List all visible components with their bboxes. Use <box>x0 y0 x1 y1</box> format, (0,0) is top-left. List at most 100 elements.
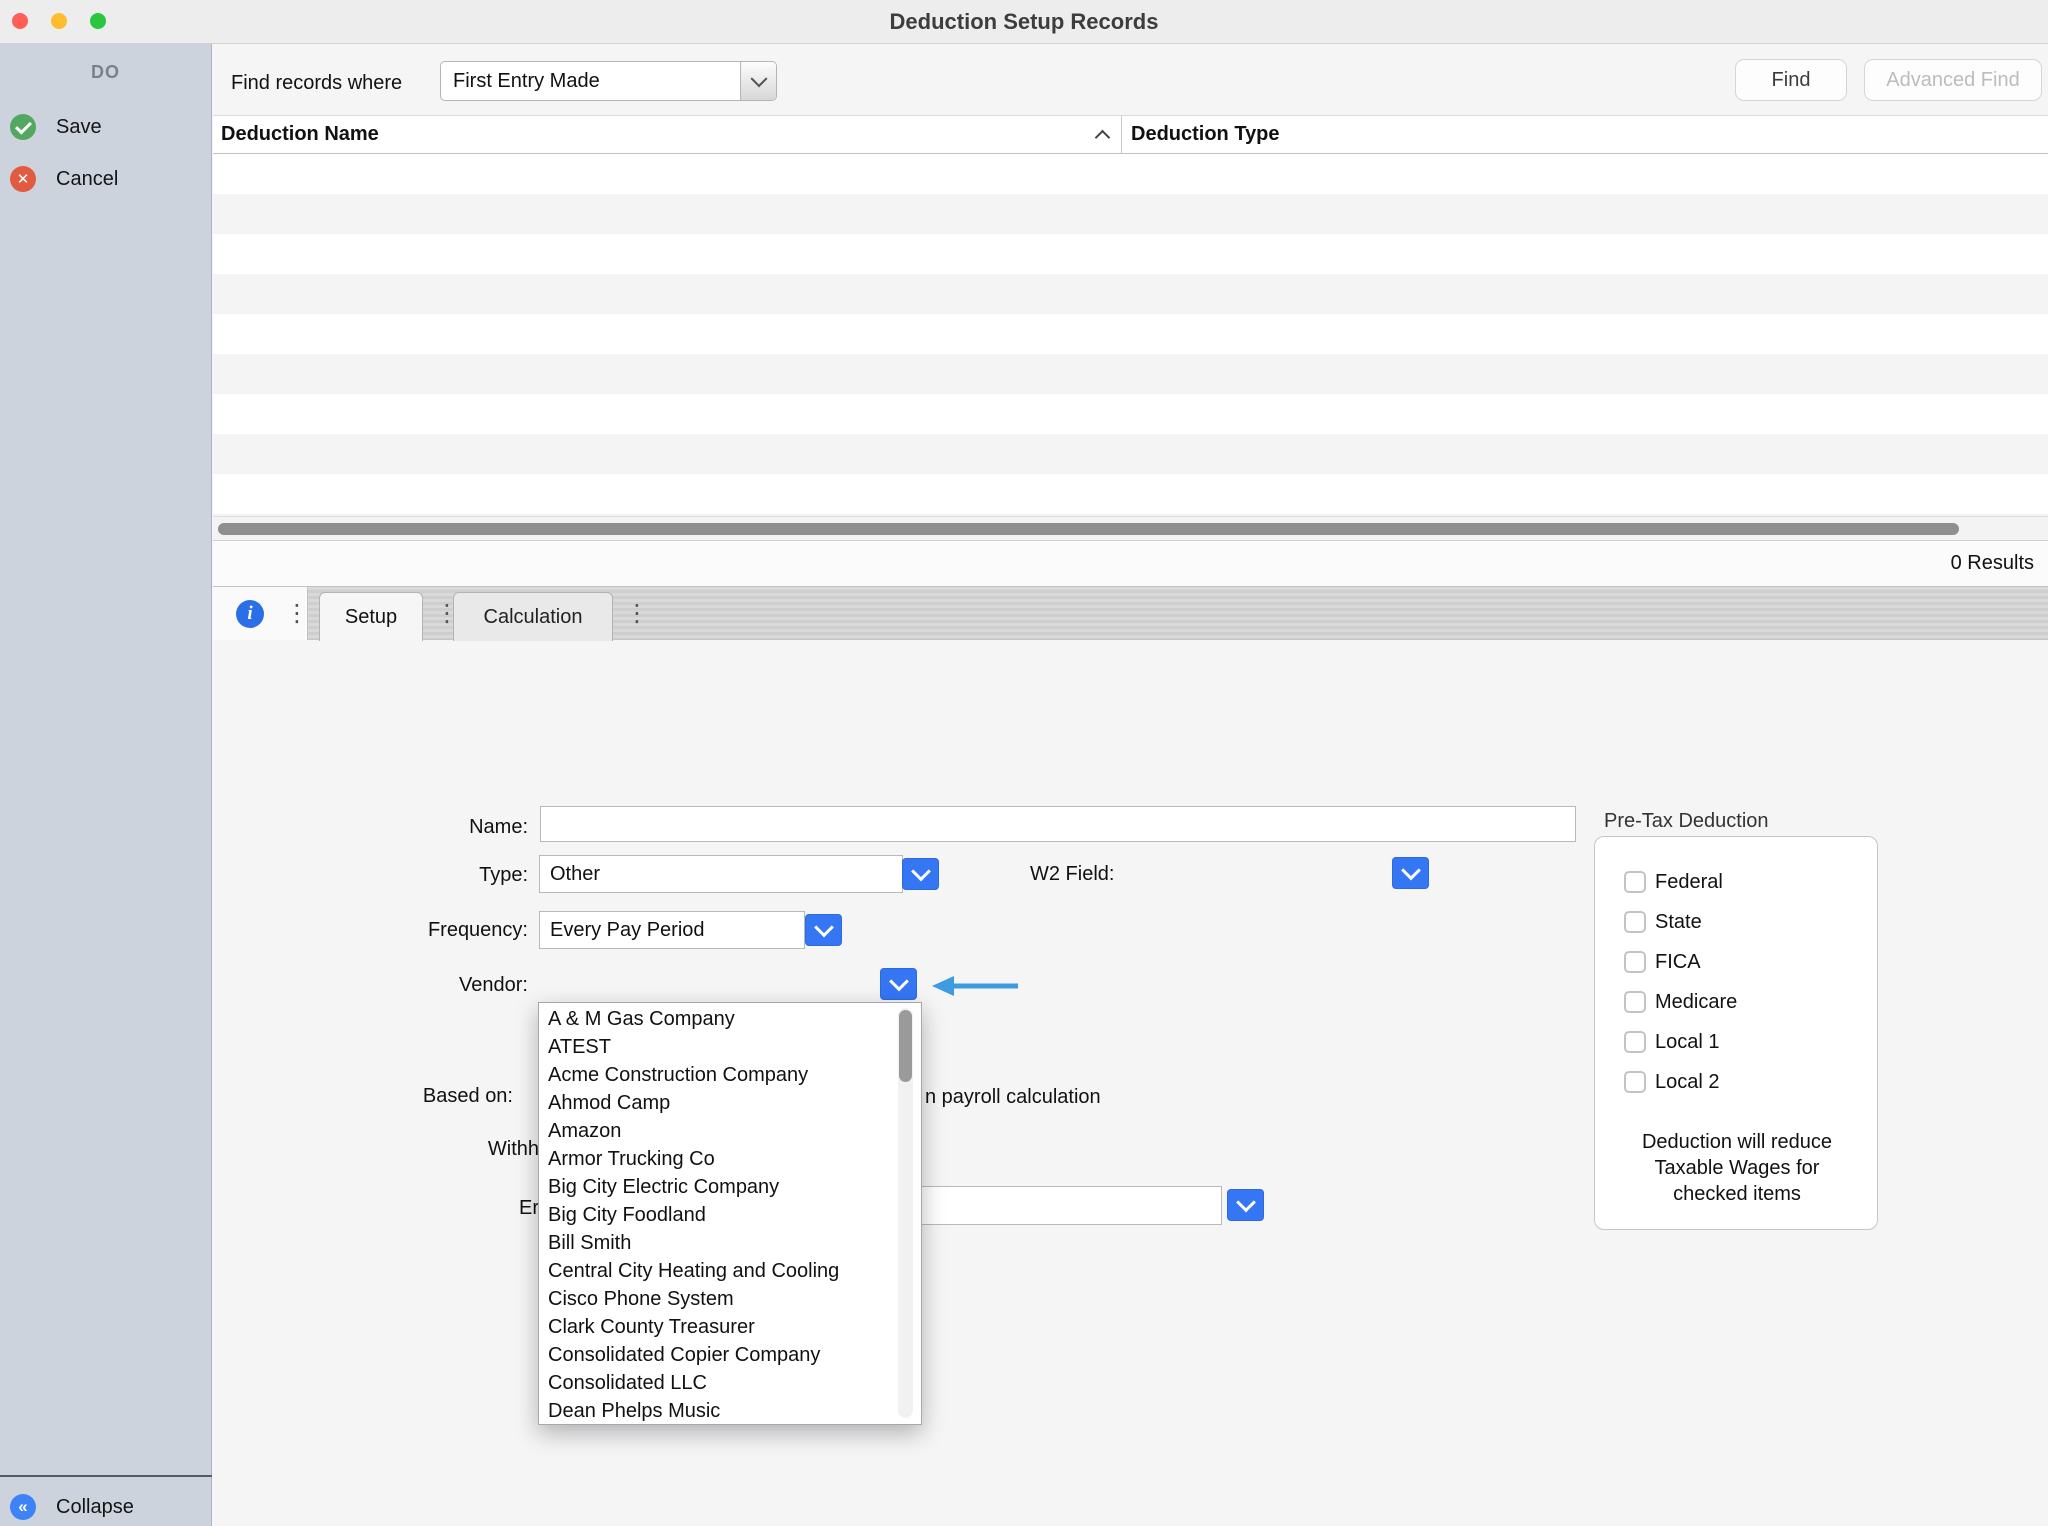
frequency-dropdown-value: Every Pay Period <box>550 912 705 948</box>
pretax-checkbox-row: Federal <box>1595 862 1877 902</box>
checkbox[interactable] <box>1624 991 1646 1013</box>
results-count: 0 Results <box>1951 541 2034 585</box>
results-count-bar: 0 Results <box>213 540 2048 586</box>
vendor-option[interactable]: Armor Trucking Co <box>539 1145 901 1173</box>
expense-label-fragment: Er <box>459 1195 539 1221</box>
sidebar-section-label: DO <box>0 62 211 83</box>
chevron-down-icon <box>740 62 776 100</box>
vendor-option[interactable]: Clark County Treasurer <box>539 1313 901 1341</box>
frequency-label: Frequency: <box>380 917 528 943</box>
withholding-label-fragment: Withh <box>459 1136 539 1162</box>
checkbox[interactable] <box>1624 871 1646 893</box>
sort-ascending-icon[interactable] <box>1095 130 1111 146</box>
vendor-option[interactable]: Big City Foodland <box>539 1201 901 1229</box>
checkbox[interactable] <box>1624 1071 1646 1093</box>
vendor-option[interactable]: Consolidated Copier Company <box>539 1341 901 1369</box>
checkbox[interactable] <box>1624 911 1646 933</box>
checkbox-label: Federal <box>1655 871 1723 894</box>
vendor-option[interactable]: Big City Electric Company <box>539 1173 901 1201</box>
vendor-option[interactable]: Dean Phelps Music <box>539 1397 901 1425</box>
find-field-dropdown-value: First Entry Made <box>453 62 600 100</box>
vendor-dropdown-button[interactable] <box>880 968 917 1000</box>
column-header-deduction-name[interactable]: Deduction Name <box>221 116 379 153</box>
collapse-button-label: Collapse <box>56 1494 134 1520</box>
window-titlebar: Deduction Setup Records <box>0 0 2048 44</box>
pretax-title: Pre-Tax Deduction <box>1604 808 1769 834</box>
window-title: Deduction Setup Records <box>0 0 2048 44</box>
vendor-option[interactable]: Central City Heating and Cooling <box>539 1257 901 1285</box>
type-dropdown-button[interactable] <box>902 858 939 890</box>
tab-setup[interactable]: Setup <box>319 592 423 641</box>
based-on-label: Based on: <box>365 1083 513 1109</box>
checkbox-label: State <box>1655 911 1702 934</box>
sidebar: DO Save ✕ Cancel « Collapse <box>0 44 212 1526</box>
vendor-label: Vendor: <box>380 972 528 998</box>
results-table-header: Deduction Name Deduction Type <box>213 115 2048 154</box>
pretax-checkbox-row: Medicare <box>1595 982 1877 1022</box>
pointer-arrow-icon <box>930 973 1022 999</box>
vendor-option[interactable]: Consolidated LLC <box>539 1369 901 1397</box>
find-records-where-label: Find records where <box>231 70 402 96</box>
type-label: Type: <box>380 862 528 888</box>
tab-bar: i ⋮ Setup ⋮ Calculation ⋮ <box>213 586 2048 640</box>
advanced-find-button[interactable]: Advanced Find <box>1864 59 2042 101</box>
tab-calculation[interactable]: Calculation <box>453 592 613 641</box>
checkbox[interactable] <box>1624 1031 1646 1053</box>
pretax-checkbox-row: FICA <box>1595 942 1877 982</box>
minimize-window-icon[interactable] <box>51 13 67 29</box>
vendor-option[interactable]: A & M Gas Company <box>539 1005 901 1033</box>
checkbox-label: FICA <box>1655 951 1701 974</box>
column-divider[interactable] <box>1121 116 1122 153</box>
vendor-option[interactable]: Bill Smith <box>539 1229 901 1257</box>
check-circle-icon <box>10 114 36 140</box>
zoom-window-icon[interactable] <box>90 13 106 29</box>
save-button[interactable]: Save <box>0 114 212 142</box>
w2-field-dropdown-button[interactable] <box>1392 857 1429 889</box>
x-circle-icon: ✕ <box>10 166 36 192</box>
w2-field-label: W2 Field: <box>1030 861 1114 887</box>
collapse-chevrons-icon: « <box>10 1494 36 1520</box>
pretax-checkbox-row: State <box>1595 902 1877 942</box>
vendor-option[interactable]: Amazon <box>539 1117 901 1145</box>
pretax-panel: Federal State FICA Medicare Local 1 Loca… <box>1594 836 1878 1230</box>
name-input[interactable] <box>540 806 1576 842</box>
grip-dots-icon: ⋮ <box>625 587 649 640</box>
info-section: i ⋮ <box>213 587 308 640</box>
close-window-icon[interactable] <box>12 13 28 29</box>
vendor-option[interactable]: ATEST <box>539 1033 901 1061</box>
checkbox-label: Medicare <box>1655 991 1737 1014</box>
find-button[interactable]: Find <box>1735 59 1847 101</box>
dropdown-scrollbar[interactable] <box>898 1008 913 1418</box>
checkbox-label: Local 1 <box>1655 1031 1720 1054</box>
vendor-option[interactable]: Cisco Phone System <box>539 1285 901 1313</box>
pretax-note: Deduction will reduce Taxable Wages for … <box>1615 1129 1859 1207</box>
cancel-button[interactable]: ✕ Cancel <box>0 166 212 194</box>
frequency-dropdown-button[interactable] <box>805 914 842 946</box>
find-field-dropdown[interactable]: First Entry Made <box>440 61 777 101</box>
vendor-option[interactable]: Ahmod Camp <box>539 1089 901 1117</box>
expense-account-dropdown-button[interactable] <box>1227 1189 1264 1221</box>
vendor-option[interactable]: Acme Construction Company <box>539 1061 901 1089</box>
cancel-button-label: Cancel <box>56 166 118 192</box>
name-label: Name: <box>380 814 528 840</box>
main-content: Find records where First Entry Made Find… <box>213 44 2048 1526</box>
save-button-label: Save <box>56 114 102 140</box>
frequency-dropdown[interactable]: Every Pay Period <box>539 911 805 949</box>
horizontal-scrollbar[interactable] <box>213 516 2048 540</box>
results-table-body <box>213 154 2048 516</box>
app-window: Deduction Setup Records DO Save ✕ Cancel… <box>0 0 2048 1526</box>
checkbox[interactable] <box>1624 951 1646 973</box>
dropdown-scrollbar-thumb[interactable] <box>899 1010 912 1082</box>
scrollbar-thumb[interactable] <box>218 523 1959 535</box>
type-dropdown[interactable]: Other <box>539 855 903 893</box>
sidebar-divider <box>0 1475 212 1477</box>
vendor-dropdown-list: A & M Gas CompanyATESTAcme Construction … <box>538 1002 922 1425</box>
pretax-checkbox-row: Local 2 <box>1595 1062 1877 1102</box>
grip-dots-icon: ⋮ <box>285 587 309 640</box>
info-icon[interactable]: i <box>236 600 264 628</box>
pretax-checkbox-row: Local 1 <box>1595 1022 1877 1062</box>
checkbox-label: Local 2 <box>1655 1071 1720 1094</box>
based-on-text-fragment: n payroll calculation <box>925 1084 1101 1110</box>
column-header-deduction-type[interactable]: Deduction Type <box>1131 116 1280 153</box>
collapse-button[interactable]: « Collapse <box>0 1494 212 1522</box>
